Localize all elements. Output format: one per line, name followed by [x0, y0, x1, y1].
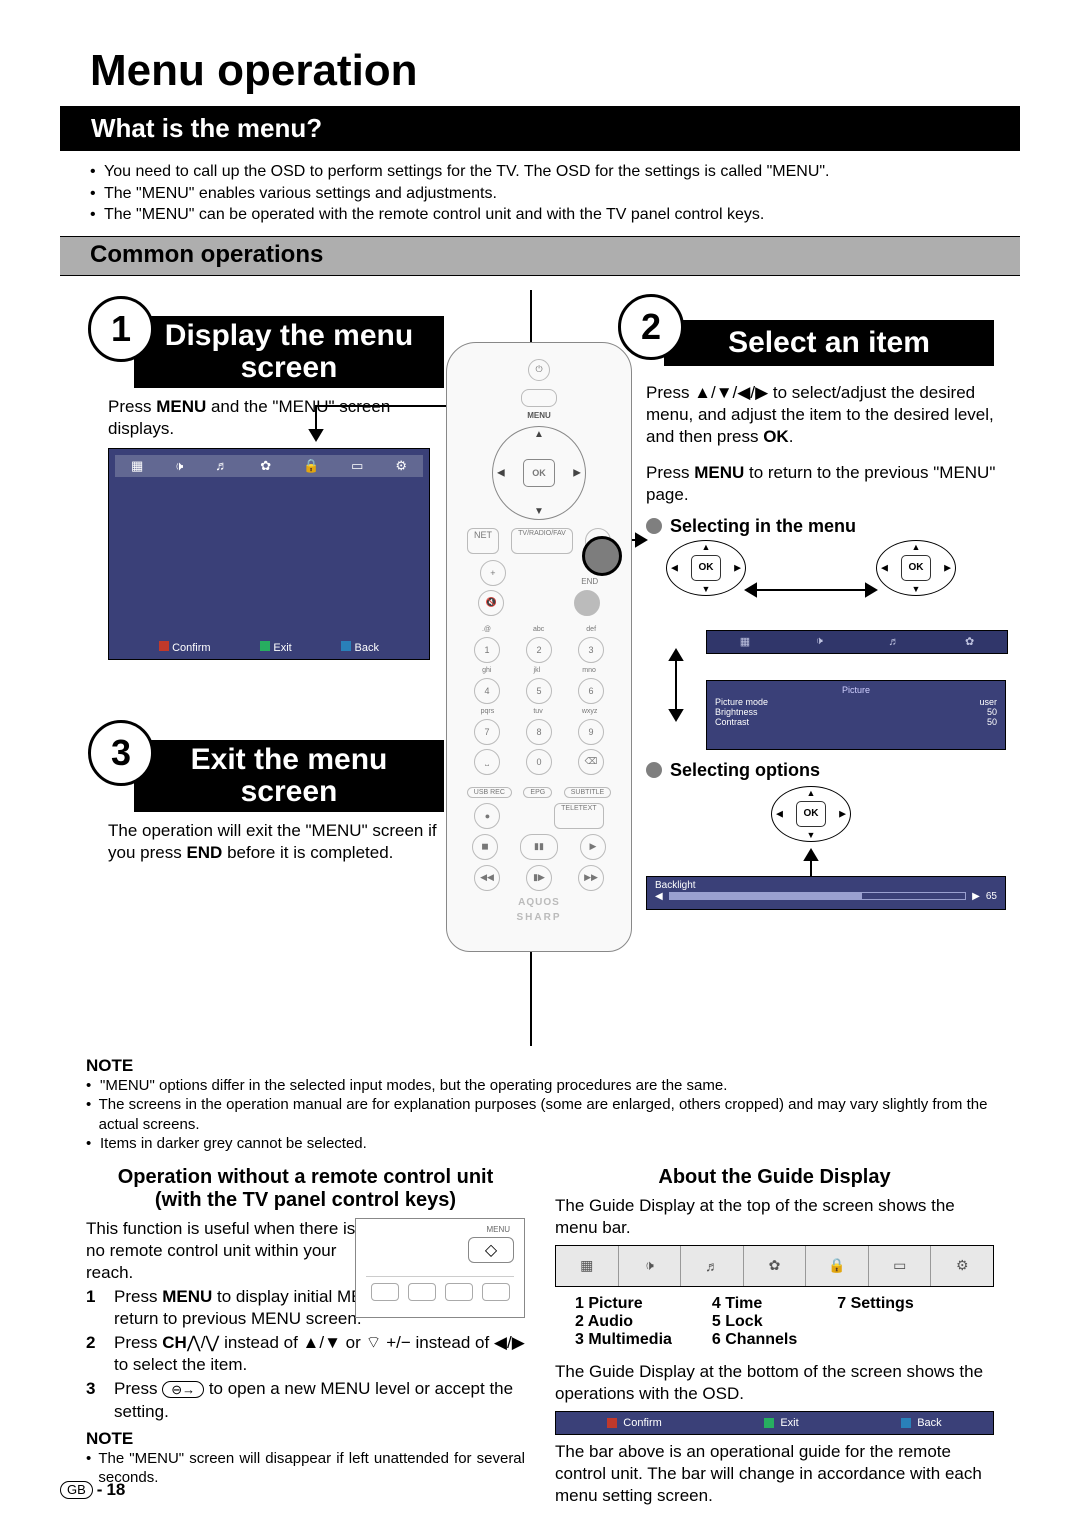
panel2-body1: Press ▲/▼/◀/▶ to select/adjust the desir…	[646, 382, 1006, 448]
end-button-highlight	[582, 536, 622, 576]
settings-icon: ⚙	[931, 1246, 993, 1286]
remote-dpad: OK ▲ ▼ ◀ ▶	[492, 426, 586, 520]
multimedia-icon: ♬	[681, 1246, 744, 1286]
settings-icon: ⚙	[395, 458, 407, 474]
leftcol-intro: This function is useful when there is no…	[86, 1218, 366, 1284]
panel1-osd-preview: ▦ 🕩 ♬ ✿ 🔒 ▭ ⚙ Confirm Exit Back	[108, 448, 430, 660]
panel3-title: Exit the menu screen	[134, 740, 444, 812]
left-column: Operation without a remote control unit …	[86, 1166, 525, 1510]
osd-footer-bar: Confirm Exit Back	[109, 637, 429, 659]
dpad-illustration: OK ▲ ▼ ◀ ▶	[876, 540, 956, 596]
lock-icon: 🔒	[303, 458, 319, 474]
rightcol-p3: The bar above is an operational guide fo…	[555, 1441, 994, 1507]
lock-icon: 🔒	[806, 1246, 869, 1286]
rightcol-p1: The Guide Display at the top of the scre…	[555, 1195, 994, 1239]
time-icon: ✿	[260, 458, 271, 474]
leftcol-note-header: NOTE	[86, 1429, 525, 1449]
bullet-icon	[646, 518, 662, 534]
picture-icon: ▦	[131, 458, 143, 474]
multimedia-icon: ♬	[215, 458, 228, 473]
selecting-in-menu-label: Selecting in the menu	[646, 516, 856, 537]
leftcol-heading: Operation without a remote control unit …	[86, 1166, 525, 1212]
picture-icon: ▦	[556, 1246, 619, 1286]
note-bullets: •"MENU" options differ in the selected i…	[86, 1076, 994, 1154]
green-dot-icon	[764, 1418, 774, 1428]
selecting-options-label: Selecting options	[646, 760, 820, 781]
panel2-body2: Press MENU to return to the previous "ME…	[646, 462, 1006, 506]
section-common-operations: Common operations	[60, 236, 1020, 276]
guide-menubar: ▦ 🕩 ♬ ✿ 🔒 ▭ ⚙	[555, 1245, 994, 1287]
red-dot-icon	[607, 1418, 617, 1428]
mini-settings: Picture Picture modeuser Brightness50 Co…	[706, 680, 1006, 750]
page-number: 18	[106, 1480, 125, 1500]
panel1-number: 1	[88, 296, 154, 362]
mini-backlight: Backlight ◀ ▶ 65	[646, 876, 1006, 910]
what-is-menu-bullets: •You need to call up the OSD to perform …	[60, 151, 1020, 236]
audio-icon: 🕩	[175, 458, 183, 474]
panel1-title: Display the menu screen	[134, 316, 444, 388]
dpad-illustration: OK ▲ ▼ ◀ ▶	[666, 540, 746, 596]
diagram-area: Display the menu screen 1 Press MENU and…	[66, 290, 1014, 1050]
panel2-title: Select an item	[664, 320, 994, 366]
leftcol-note: •The "MENU" screen will disappear if lef…	[86, 1449, 525, 1488]
panel1-body: Press MENU and the "MENU" screen display…	[108, 396, 428, 440]
time-icon: ✿	[744, 1246, 807, 1286]
guide-legend: 1 Picture 2 Audio 3 Multimedia 4 Time 5 …	[555, 1291, 994, 1359]
bullet-text: The "MENU" enables various settings and …	[104, 183, 497, 205]
region-badge: GB	[60, 1481, 93, 1499]
remote-control: ⏻ MENU OK ▲ ▼ ◀ ▶ NET TV/RADIO/FAV ↶ +EN…	[446, 342, 632, 952]
panel3-number: 3	[88, 720, 154, 786]
panel-keys-diagram: MENU ◇	[355, 1218, 525, 1318]
section-common-operations-title: Common operations	[90, 241, 990, 269]
section-what-is-menu: What is the menu?	[60, 106, 1020, 151]
ops-bar: Confirm Exit Back	[555, 1411, 994, 1435]
right-column: About the Guide Display The Guide Displa…	[555, 1166, 994, 1510]
osd-menubar-icons: ▦ 🕩 ♬ ✿ 🔒 ▭ ⚙	[115, 455, 423, 477]
panel3-body: The operation will exit the "MENU" scree…	[108, 820, 468, 864]
dpad-illustration: OK ▲ ▼ ◀ ▶	[771, 786, 851, 842]
blue-dot-icon	[901, 1418, 911, 1428]
rightcol-heading: About the Guide Display	[555, 1166, 994, 1189]
bullet-text: You need to call up the OSD to perform s…	[104, 161, 830, 183]
bullet-text: The "MENU" can be operated with the remo…	[104, 204, 764, 226]
audio-icon: 🕩	[619, 1246, 682, 1286]
rightcol-p2: The Guide Display at the bottom of the s…	[555, 1361, 994, 1405]
mini-menubar: ▦🕩♬✿	[706, 630, 1008, 654]
panel2-number: 2	[618, 294, 684, 360]
note-header: NOTE	[86, 1056, 994, 1076]
page-footer: GB - 18	[60, 1480, 125, 1500]
section-what-is-menu-title: What is the menu?	[91, 113, 989, 144]
bullet-icon	[646, 762, 662, 778]
channels-icon: ▭	[869, 1246, 932, 1286]
page-title: Menu operation	[90, 46, 1020, 96]
channels-icon: ▭	[351, 458, 363, 474]
